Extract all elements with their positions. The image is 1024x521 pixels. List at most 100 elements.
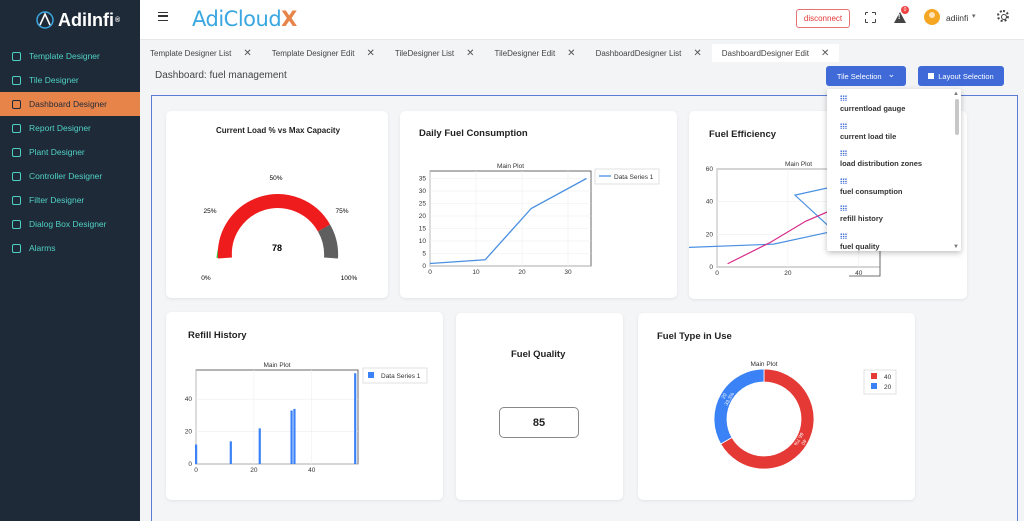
y-tick-label: 40 [185,396,193,403]
layout-selection-label: Layout Selection [938,71,994,81]
close-icon[interactable]: ✕ [366,48,374,59]
hamburger-menu-icon[interactable] [158,12,168,21]
chevron-down-icon[interactable]: ▾ [972,12,976,20]
fuel-type-card[interactable]: Fuel Type in Use Main Plot 40 66.7% 20 33.3%… [638,313,915,500]
layout-selection-button[interactable]: Layout Selection [918,66,1004,86]
tab-tiledesigner-list[interactable]: TileDesigner List ✕ [385,44,485,62]
tab-template-designer-list[interactable]: Template Designer List ✕ [140,44,262,62]
tab-dashboarddesigner-edit[interactable]: DashboardDesigner Edit ✕ [711,44,840,62]
tile-selection-dropdown[interactable]: currentload gauge current load tile load d… [827,89,961,251]
plot-title: Main Plot [497,163,524,170]
disconnect-button[interactable]: disconnect [796,9,850,28]
sidebar-item-label: Controller Designer [29,171,103,181]
brand-x: X [281,7,297,31]
alarm-icon [12,243,21,253]
notification-badge: 0 [901,6,909,14]
sidebar-item-dialog-box-designer[interactable]: Dialog Box Designer [0,212,140,236]
tab-dashboarddesigner-list[interactable]: DashboardDesigner List ✕ [586,44,712,62]
tile-option[interactable]: current load tile [827,117,961,145]
y-tick-label: 10 [419,238,427,245]
tab-tiledesigner-edit[interactable]: TileDesigner Edit ✕ [485,44,586,62]
sidebar-item-label: Plant Designer [29,147,85,157]
gauge-card[interactable]: Current Load % vs Max Capacity 78 0% 25%… [166,111,388,298]
grid-icon [840,95,847,101]
grid-icon [840,205,847,211]
tile-option-label: fuel consumption [840,186,903,196]
close-icon[interactable]: ✕ [567,48,575,59]
fuel-quality-card[interactable]: Fuel Quality 85 [456,313,623,500]
close-icon[interactable]: ✕ [243,48,251,59]
close-icon[interactable]: ✕ [821,48,829,59]
x-tick-label: 40 [308,467,316,474]
plot-title: Main Plot [263,362,290,369]
gauge-remaining [317,224,339,259]
refill-history-chart: Main Plot 0 20 40 0 20 40 Data Series 1 [185,362,428,474]
y-tick-label: 40 [706,199,714,206]
legend-edge [849,267,881,277]
logo-registered-mark: ® [115,16,121,24]
sidebar-item-dashboard-designer[interactable]: Dashboard Designer [0,92,140,116]
scroll-up-icon[interactable]: ▲ [953,91,959,97]
bar [229,441,232,464]
legend-swatch [871,383,877,389]
bar [258,428,261,464]
gauge-label-0: 0% [201,275,211,282]
y-tick-label: 0 [709,264,713,271]
close-icon[interactable]: ✕ [693,48,701,59]
tab-label: DashboardDesigner Edit [721,48,809,58]
y-tick-label: 20 [419,213,427,220]
tile-list: currentload gauge current load tile load d… [827,89,961,251]
sidebar-item-tile-designer[interactable]: Tile Designer [0,68,140,92]
sidebar-item-alarms[interactable]: Alarms [0,236,140,260]
username[interactable]: adiinfi [946,13,968,23]
tab-template-designer-edit[interactable]: Template Designer Edit ✕ [262,44,385,62]
avatar[interactable] [924,9,940,25]
tile-option[interactable]: refill history [827,199,961,227]
brand-logo: AdiCloudX [192,7,297,31]
fuel-quality-title: Fuel Quality [511,349,566,360]
gear-icon[interactable] [997,10,1009,22]
daily-fuel-card[interactable]: Daily Fuel Consumption Main Plot 0 10 20 30 0… [400,111,677,298]
gauge-label-100: 100% [341,275,358,282]
plot-title: Main Plot [750,361,777,368]
x-tick-label: 20 [784,270,792,277]
refill-history-card[interactable]: Refill History Main Plot 0 20 40 0 20 40 Data S… [166,312,443,500]
sidebar-item-plant-designer[interactable]: Plant Designer [0,140,140,164]
legend-swatch [368,372,374,378]
sidebar-item-template-designer[interactable]: Template Designer [0,44,140,68]
sidebar-item-controller-designer[interactable]: Controller Designer [0,164,140,188]
tile-option[interactable]: load distribution zones [827,144,961,172]
x-tick-label: 10 [472,269,480,276]
dropdown-scrollbar[interactable] [955,99,959,135]
tile-selection-button[interactable]: Tile Selection ⌄ [826,66,906,86]
tile-option[interactable]: fuel quality [827,227,961,252]
y-tick-label: 0 [422,263,426,270]
logo-mark-icon [34,10,56,30]
y-tick-label: 25 [419,201,427,208]
controller-icon [12,171,21,181]
tab-label: Template Designer List [150,48,232,58]
sidebar-item-label: Tile Designer [29,75,79,85]
grid-icon [840,122,847,129]
logo: AdiInfi ® [0,0,140,40]
fuel-type-chart: Main Plot4066.7%2033.3%4020 [713,361,897,470]
x-tick-label: 20 [518,269,526,276]
gauge-label-25: 25% [203,208,216,215]
gauge-value: 78 [272,243,282,253]
sidebar-item-label: Template Designer [29,51,100,61]
fullscreen-icon[interactable] [864,11,876,23]
scroll-down-icon[interactable]: ▼ [953,244,959,250]
sidebar-item-label: Alarms [29,243,56,253]
plot-frame [429,170,592,267]
tile-option[interactable]: currentload gauge [827,89,961,117]
plot-title: Main Plot [785,161,812,168]
sidebar-item-report-designer[interactable]: Report Designer [0,116,140,140]
gauge-chart: 78 0% 25% 50% 75% 100% [201,175,358,282]
report-icon [12,123,21,133]
y-tick-label: 35 [419,176,427,183]
sidebar-item-filter-designer[interactable]: Filter Designer [0,188,140,212]
bar [290,410,293,464]
close-icon[interactable]: ✕ [466,48,474,59]
tile-option[interactable]: fuel consumption [827,172,961,200]
y-tick-label: 5 [422,251,426,258]
